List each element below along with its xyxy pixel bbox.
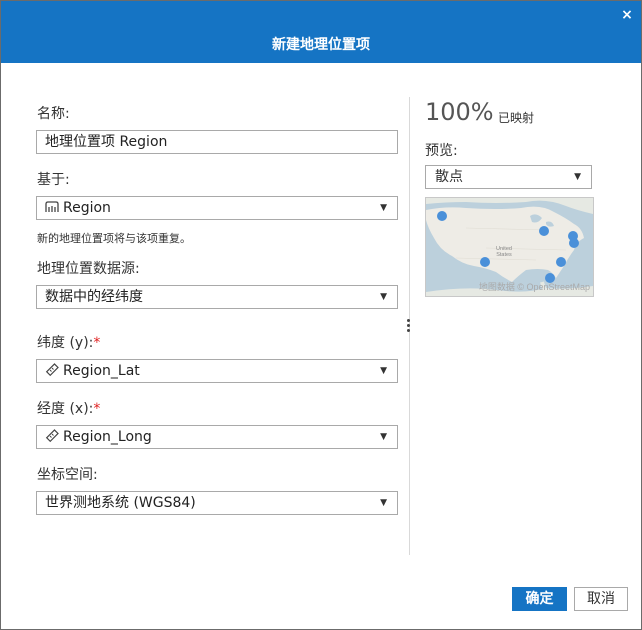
preview-type-value: 散点 <box>435 169 463 185</box>
preview-type-select[interactable]: 散点 ▼ <box>425 165 592 189</box>
coord-value: 世界测地系统 (WGS84) <box>45 495 196 511</box>
chevron-down-icon: ▼ <box>380 292 387 302</box>
lat-value: Region_Lat <box>63 363 140 379</box>
based-on-label: 基于: <box>37 172 70 188</box>
map-point <box>539 226 549 236</box>
map-svg: United States 地图数据 © OpenStreetMap <box>426 198 593 296</box>
long-value: Region_Long <box>63 429 152 445</box>
map-label-line2: States <box>496 252 512 258</box>
preview-map: United States 地图数据 © OpenStreetMap <box>425 197 594 297</box>
long-label: 经度 (x):* <box>37 400 100 418</box>
lat-label-text: 纬度 (y): <box>37 335 94 351</box>
map-point <box>480 257 490 267</box>
mapped-label: 已映射 <box>498 111 535 125</box>
source-select[interactable]: 数据中的经纬度 ▼ <box>36 285 398 309</box>
name-input-value: 地理位置项 Region <box>45 134 168 150</box>
chevron-down-icon: ▼ <box>380 203 387 213</box>
name-input[interactable]: 地理位置项 Region <box>36 130 398 154</box>
mapped-percent: 100% <box>425 98 494 126</box>
dialog-title: 新建地理位置项 <box>272 37 370 53</box>
map-point <box>569 238 579 248</box>
map-point <box>437 211 447 221</box>
ruler-icon <box>45 426 63 448</box>
map-attribution: 地图数据 © OpenStreetMap <box>479 281 590 292</box>
source-label: 地理位置数据源: <box>37 261 140 277</box>
cancel-button[interactable]: 取消 <box>574 587 628 611</box>
coord-label: 坐标空间: <box>37 467 98 483</box>
lat-label: 纬度 (y):* <box>37 334 100 352</box>
dialog: 新建地理位置项 × 名称: 地理位置项 Region 基于: Region ▼ … <box>0 0 642 630</box>
based-on-value: Region <box>63 200 111 216</box>
lat-select[interactable]: Region_Lat ▼ <box>36 359 398 383</box>
based-on-select[interactable]: Region ▼ <box>36 196 398 220</box>
close-icon[interactable]: × <box>619 7 635 23</box>
repeat-note: 新的地理位置项将与该项重复。 <box>37 232 191 245</box>
dialog-titlebar: 新建地理位置项 × <box>1 1 641 63</box>
chevron-down-icon: ▼ <box>380 432 387 442</box>
required-mark: * <box>93 401 101 417</box>
source-value: 数据中的经纬度 <box>45 289 143 305</box>
chevron-down-icon: ▼ <box>574 172 581 182</box>
ok-button[interactable]: 确定 <box>512 587 567 611</box>
region-field-icon <box>45 197 63 219</box>
name-label: 名称: <box>37 106 70 122</box>
coord-select[interactable]: 世界测地系统 (WGS84) ▼ <box>36 491 398 515</box>
required-mark: * <box>93 335 101 351</box>
long-label-text: 经度 (x): <box>37 401 94 417</box>
ruler-icon <box>45 360 63 382</box>
preview-label: 预览: <box>425 143 458 159</box>
map-point <box>556 257 566 267</box>
chevron-down-icon: ▼ <box>380 366 387 376</box>
long-select[interactable]: Region_Long ▼ <box>36 425 398 449</box>
resize-grip-icon[interactable] <box>407 319 411 335</box>
chevron-down-icon: ▼ <box>380 498 387 508</box>
